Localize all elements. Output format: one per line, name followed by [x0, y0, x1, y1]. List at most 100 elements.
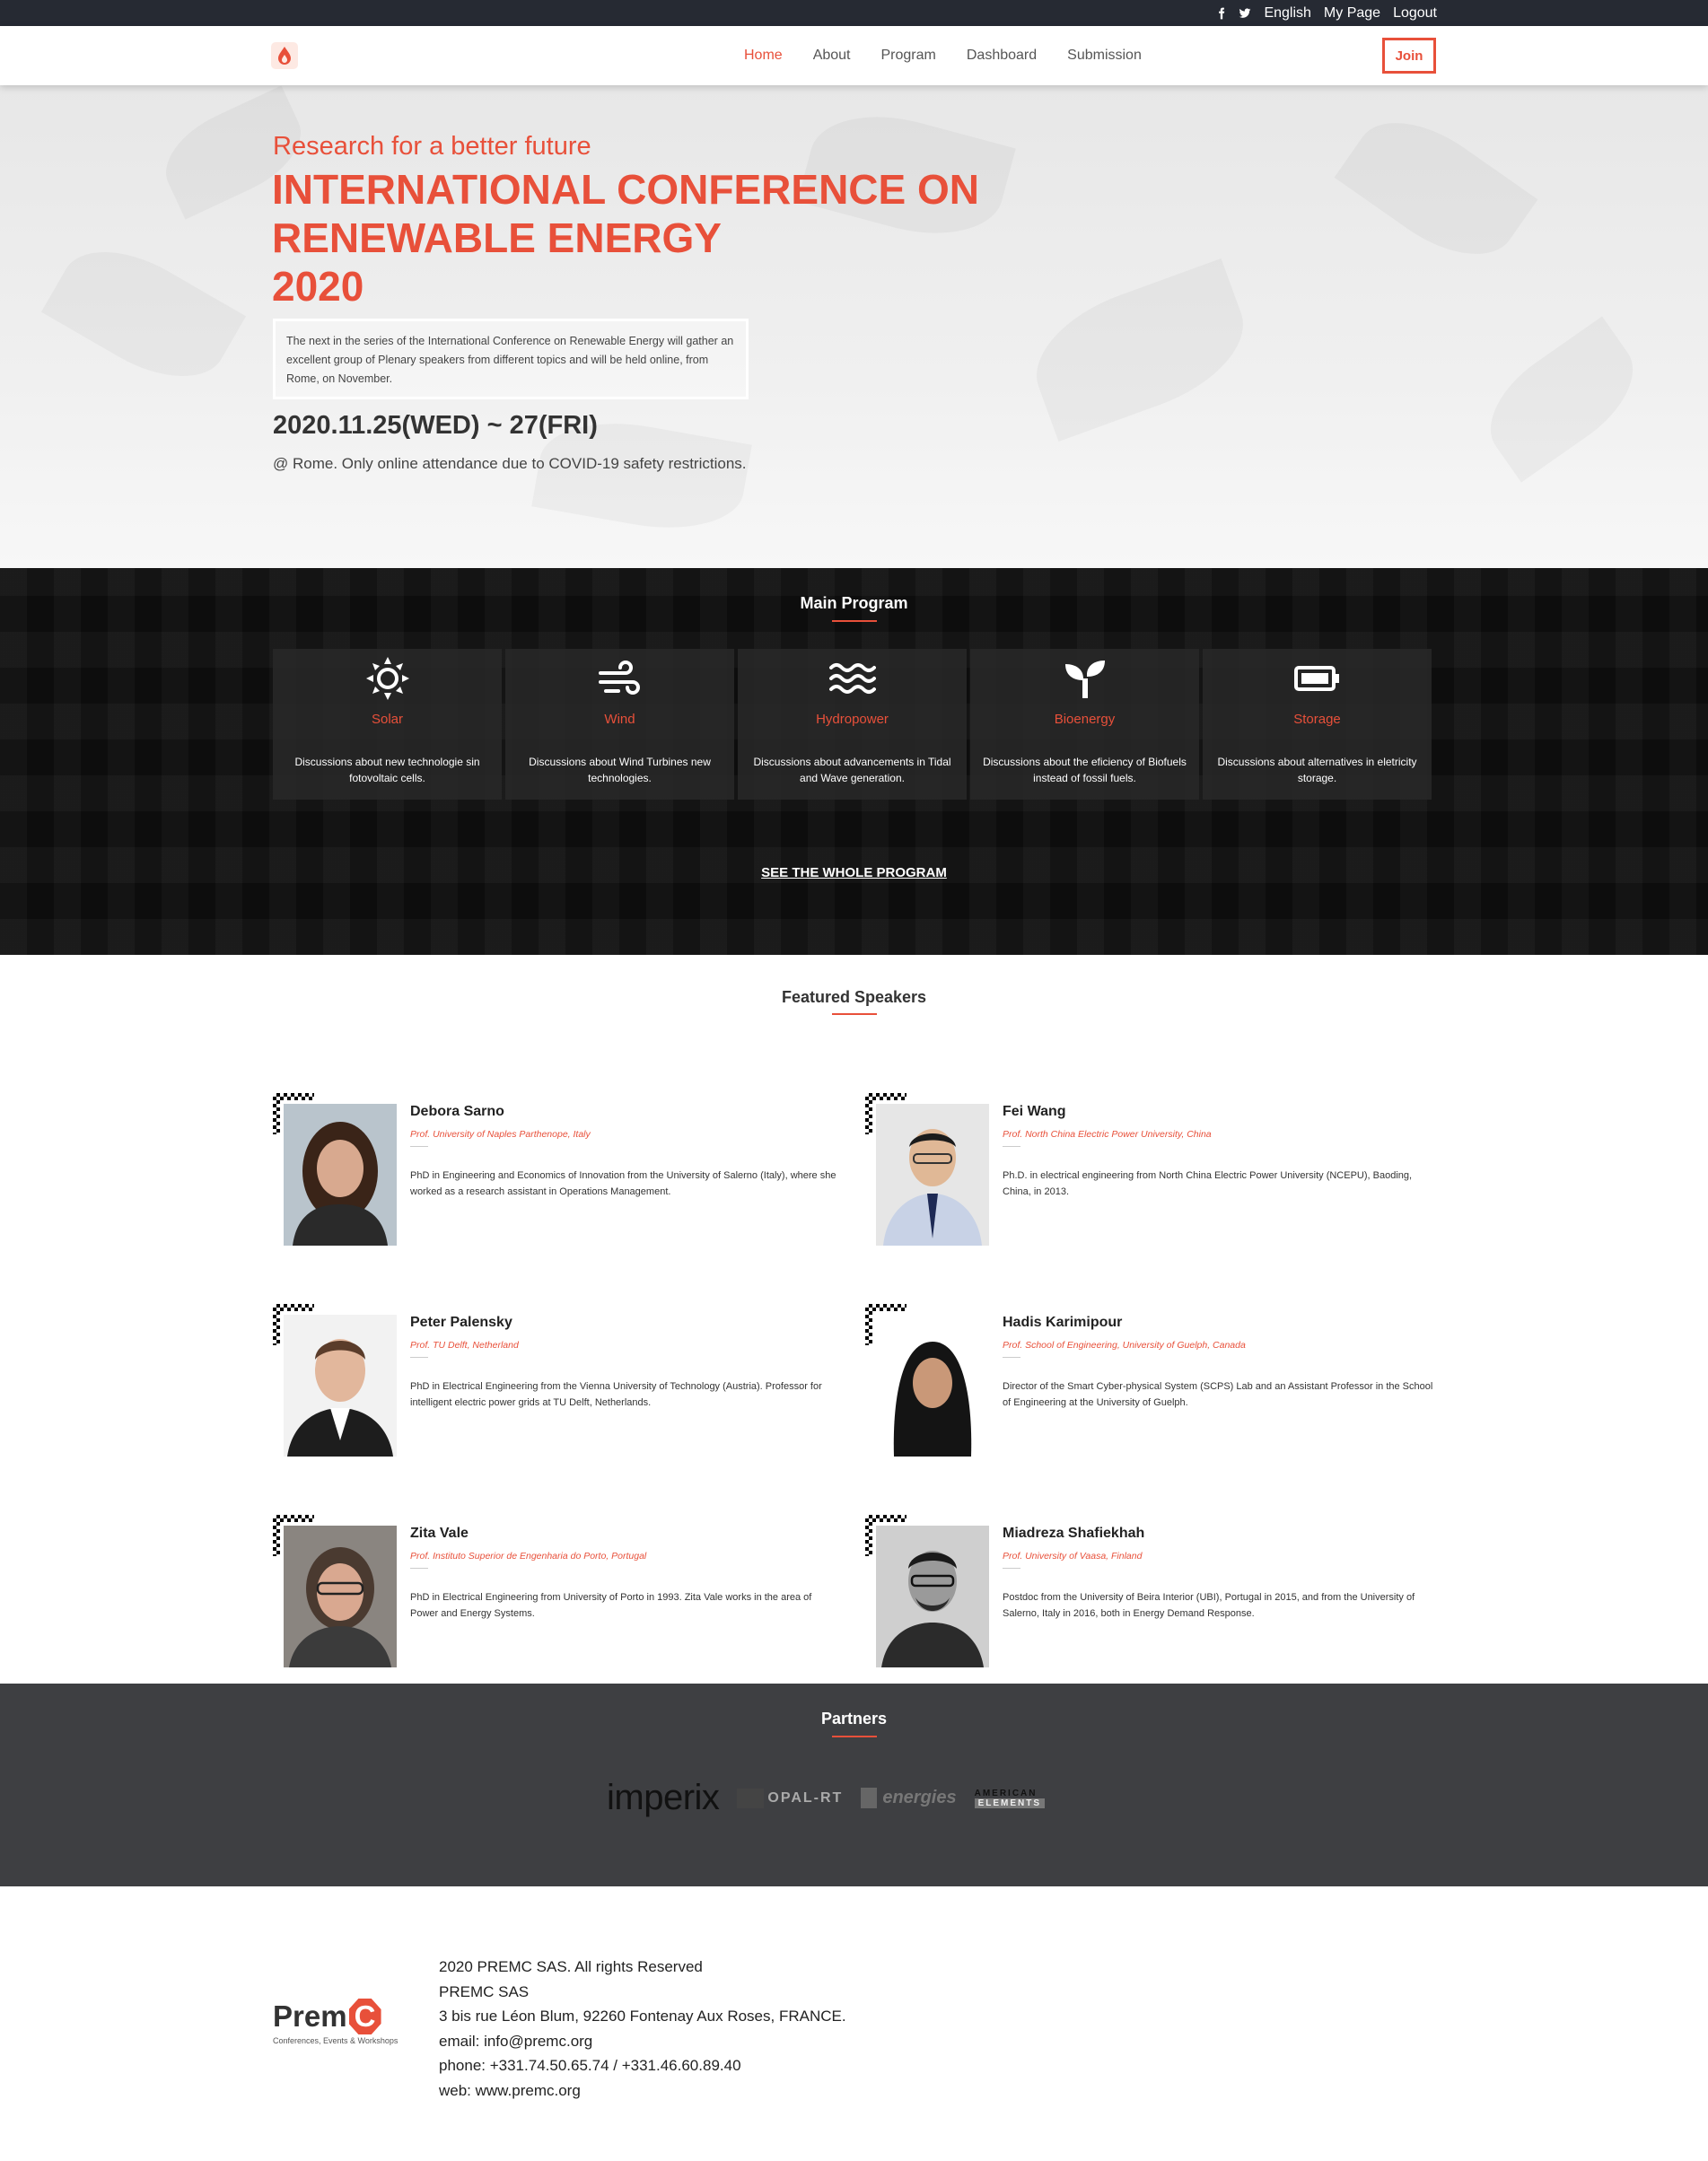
divider: [1003, 1146, 1020, 1147]
speaker-bio: PhD in Engineering and Economics of Inno…: [410, 1170, 836, 1197]
card-description: Discussions about the eficiency of Biofu…: [983, 756, 1187, 784]
company-address: 3 bis rue Léon Blum, 92260 Fontenay Aux …: [439, 2008, 846, 2025]
contact-phone: phone: +331.74.50.65.74 / +331.46.60.89.…: [439, 2057, 741, 2074]
hero-section: Research for a better future INTERNATION…: [0, 85, 1708, 568]
speaker-affiliation: Prof. University of Vaasa, Finland: [1003, 1551, 1143, 1562]
flame-drop-icon: [278, 47, 291, 65]
company-name: PREMC SAS: [439, 1982, 530, 2000]
sun-icon: [366, 657, 409, 700]
partner-logo-opal-rt[interactable]: OPAL-RT: [737, 1788, 844, 1808]
background-leaf: [41, 226, 246, 401]
section-underline: [832, 1736, 877, 1737]
speaker-photo: [876, 1526, 989, 1667]
featured-speakers-section: Featured Speakers Debora Sarno Prof. Uni…: [0, 955, 1708, 1684]
language-link[interactable]: English: [1264, 5, 1310, 22]
speaker-name: Peter Palensky: [410, 1315, 512, 1330]
partner-logo-text: OPAL-RT: [767, 1789, 844, 1806]
speaker-card[interactable]: Fei Wang Prof. North China Electric Powe…: [865, 1093, 1431, 1246]
nav-links: Home About Program Dashboard Submission: [744, 26, 1142, 85]
speaker-bio: Director of the Smart Cyber-physical Sys…: [1003, 1381, 1433, 1408]
nav-about[interactable]: About: [813, 48, 851, 64]
speaker-affiliation: Prof. University of Naples Parthenope, I…: [410, 1129, 591, 1140]
speaker-photo: [284, 1104, 397, 1246]
speaker-photo: [284, 1526, 397, 1667]
nav-dashboard[interactable]: Dashboard: [967, 48, 1037, 64]
brand-subtitle: Conferences, Events & Workshops: [273, 2036, 399, 2045]
section-title: Main Program: [800, 594, 908, 612]
join-button[interactable]: Join: [1382, 38, 1436, 74]
speaker-name: Debora Sarno: [410, 1104, 504, 1119]
facebook-icon[interactable]: [1215, 7, 1228, 20]
speaker-affiliation: Prof. School of Engineering, University …: [1003, 1340, 1246, 1351]
speaker-photo: [284, 1315, 397, 1457]
divider: [410, 1568, 428, 1569]
speaker-card[interactable]: Debora Sarno Prof. University of Naples …: [273, 1093, 838, 1246]
nav-program[interactable]: Program: [881, 48, 936, 64]
main-program-section: Main Program Solar Discussions about new…: [0, 568, 1708, 955]
speaker-card[interactable]: Hadis Karimipour Prof. School of Enginee…: [865, 1304, 1433, 1457]
card-description: Discussions about Wind Turbines new tech…: [529, 756, 711, 784]
card-title: Wind: [604, 712, 635, 727]
conference-dates: 2020.11.25(WED) ~ 27(FRI): [273, 411, 598, 440]
card-title: Storage: [1293, 712, 1341, 727]
partner-logo-american-elements[interactable]: AMERICAN ELEMENTS: [974, 1788, 1046, 1808]
program-card-storage[interactable]: Storage Discussions about alternatives i…: [1203, 649, 1432, 800]
logout-link[interactable]: Logout: [1393, 5, 1437, 22]
site-logo[interactable]: [271, 42, 298, 69]
partner-logo-text: ELEMENTS: [974, 1798, 1046, 1808]
hero-title: INTERNATIONAL CONFERENCE ON RENEWABLE EN…: [272, 165, 1080, 311]
card-title: Hydropower: [816, 712, 889, 727]
partners-section: Partners imperix OPAL-RT energies AMERIC…: [0, 1684, 1708, 1886]
speaker-card[interactable]: Peter Palensky Prof. TU Delft, Netherlan…: [273, 1304, 838, 1457]
speaker-name: Hadis Karimipour: [1003, 1315, 1123, 1330]
twitter-icon[interactable]: [1239, 7, 1251, 20]
background-leaf: [1470, 316, 1654, 482]
location-note: @ Rome. Only online attendance due to CO…: [273, 455, 747, 472]
contact-web: web: www.premc.org: [439, 2081, 581, 2099]
hero-title-line: 2020: [272, 263, 364, 310]
partner-logo-energies[interactable]: energies: [861, 1788, 957, 1808]
my-page-link[interactable]: My Page: [1324, 5, 1380, 22]
card-title: Bioenergy: [1054, 712, 1116, 727]
site-footer: Prem C Conferences, Events & Workshops 2…: [0, 1886, 1708, 2161]
social-links: [1215, 7, 1251, 20]
see-whole-program-link[interactable]: SEE THE WHOLE PROGRAM: [0, 865, 1708, 880]
card-description: Discussions about new technologie sin fo…: [294, 756, 480, 784]
program-card-bioenergy[interactable]: Bioenergy Discussions about the eficienc…: [970, 649, 1199, 800]
waves-icon: [829, 663, 876, 694]
section-underline: [832, 620, 877, 622]
divider: [410, 1357, 428, 1358]
card-description: Discussions about alternatives in eletri…: [1217, 756, 1417, 784]
speaker-affiliation: Prof. Instituto Superior de Engenharia d…: [410, 1551, 647, 1562]
brand-c-mark: C: [348, 1999, 381, 2034]
footer-contact: 2020 PREMC SAS. All rights Reserved PREM…: [439, 1955, 846, 2103]
card-title: Solar: [371, 712, 404, 727]
section-underline: [832, 1013, 877, 1015]
speaker-name: Zita Vale: [410, 1526, 469, 1541]
hero-description: The next in the series of the Internatio…: [273, 319, 749, 399]
speaker-bio: Postdoc from the University of Beira Int…: [1003, 1592, 1415, 1619]
program-card-solar[interactable]: Solar Discussions about new technologie …: [273, 649, 502, 800]
speaker-card[interactable]: Miadreza Shafiekhah Prof. University of …: [865, 1515, 1431, 1667]
speaker-affiliation: Prof. North China Electric Power Univers…: [1003, 1129, 1212, 1140]
opal-rt-mark-icon: [737, 1788, 765, 1808]
speaker-name: Miadreza Shafiekhah: [1003, 1526, 1145, 1541]
card-description: Discussions about advancements in Tidal …: [753, 756, 951, 784]
premc-logo[interactable]: Prem C Conferences, Events & Workshops: [273, 1999, 398, 2045]
hero-tagline: Research for a better future: [273, 132, 591, 161]
sprout-icon: [1065, 661, 1105, 698]
divider: [1003, 1357, 1020, 1358]
nav-home[interactable]: Home: [744, 48, 783, 64]
program-card-hydropower[interactable]: Hydropower Discussions about advancement…: [738, 649, 967, 800]
wind-icon: [599, 661, 640, 695]
speaker-card[interactable]: Zita Vale Prof. Instituto Superior de En…: [273, 1515, 838, 1667]
partner-logo-text: AMERICAN: [974, 1788, 1038, 1798]
nav-submission[interactable]: Submission: [1067, 48, 1142, 64]
divider: [410, 1146, 428, 1147]
partner-logo-imperix[interactable]: imperix: [607, 1778, 720, 1818]
background-leaf: [1335, 97, 1538, 281]
brand-name: Prem: [273, 1999, 347, 2033]
speaker-photo: [876, 1104, 989, 1246]
program-card-wind[interactable]: Wind Discussions about Wind Turbines new…: [505, 649, 734, 800]
hero-title-line: RENEWABLE ENERGY: [272, 214, 722, 261]
